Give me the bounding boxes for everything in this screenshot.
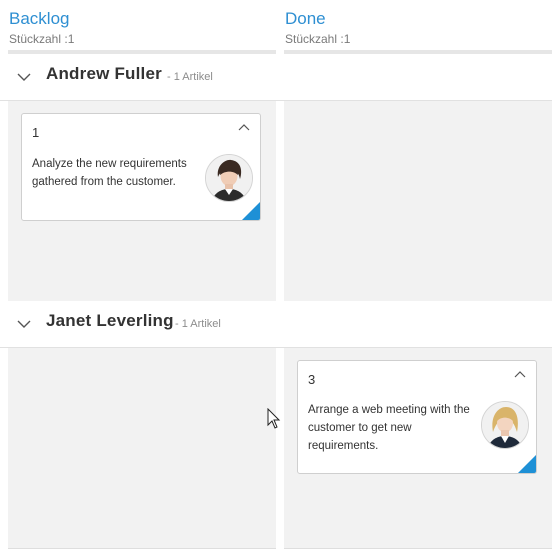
kanban-card[interactable]: 1 Analyze the new requirements gathered … xyxy=(21,113,261,221)
kanban-card[interactable]: 3 Arrange a web meeting with the custome… xyxy=(297,360,537,474)
cell-andrew-fuller-done xyxy=(284,101,552,302)
chevron-up-icon[interactable] xyxy=(514,370,526,380)
kanban-board: Backlog Stückzahl :1 Done Stückzahl :1 A… xyxy=(0,0,559,560)
cell-janet-leverling-done: 3 Arrange a web meeting with the custome… xyxy=(284,348,552,549)
avatar-woman-dark-hair-icon xyxy=(206,155,252,201)
column-count: Stückzahl :1 xyxy=(285,32,351,46)
avatar-woman-blonde-icon xyxy=(482,402,528,448)
assignee-avatar xyxy=(205,154,253,202)
card-summary: Analyze the new requirements gathered fr… xyxy=(32,158,187,188)
cell-janet-leverling-backlog xyxy=(8,348,276,549)
card-id: 1 xyxy=(32,125,40,140)
card-priority-indicator xyxy=(518,455,536,473)
swimlane-item-count: - 1 Artikel xyxy=(167,71,213,83)
mouse-cursor-icon xyxy=(267,408,281,429)
card-id: 3 xyxy=(308,372,316,387)
column-title: Done xyxy=(285,9,326,28)
swimlane-item-count: - 1 Artikel xyxy=(175,318,221,330)
swimlane-header-andrew-fuller[interactable]: Andrew Fuller - 1 Artikel xyxy=(0,54,552,101)
chevron-down-icon[interactable] xyxy=(15,315,33,333)
column-header-done: Done Stückzahl :1 xyxy=(285,8,547,52)
card-summary: Arrange a web meeting with the customer … xyxy=(308,404,470,452)
swimlane-title: Andrew Fuller xyxy=(46,64,162,83)
swimlane-header-janet-leverling[interactable]: Janet Leverling - 1 Artikel xyxy=(0,301,552,348)
chevron-up-icon[interactable] xyxy=(238,123,250,133)
swimlane-title: Janet Leverling xyxy=(46,311,174,330)
chevron-down-icon[interactable] xyxy=(15,68,33,86)
assignee-avatar xyxy=(481,401,529,449)
cell-andrew-fuller-backlog: 1 Analyze the new requirements gathered … xyxy=(8,101,276,302)
column-header-backlog: Backlog Stückzahl :1 xyxy=(9,8,271,52)
column-count: Stückzahl :1 xyxy=(9,32,75,46)
column-title: Backlog xyxy=(9,9,70,28)
card-priority-indicator xyxy=(242,202,260,220)
